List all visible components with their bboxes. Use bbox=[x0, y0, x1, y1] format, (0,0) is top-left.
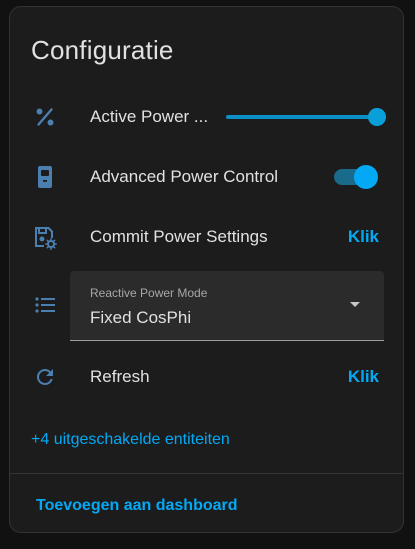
config-card: Configuratie Active Power ... Advanced P… bbox=[9, 6, 404, 533]
commit-power-button[interactable]: Klik bbox=[348, 227, 379, 247]
format-list-bulleted-icon bbox=[32, 292, 58, 318]
inverter-icon bbox=[32, 164, 58, 190]
row-refresh: Refresh Klik bbox=[10, 355, 403, 399]
refresh-icon bbox=[32, 364, 58, 390]
refresh-label: Refresh bbox=[90, 367, 150, 386]
disabled-entities-link[interactable]: +4 uitgeschakelde entiteiten bbox=[31, 431, 230, 449]
slider-thumb[interactable] bbox=[368, 108, 386, 126]
row-active-power: Active Power ... bbox=[10, 95, 403, 139]
commit-power-label: Commit Power Settings bbox=[90, 227, 268, 246]
advanced-power-label: Advanced Power Control bbox=[90, 167, 279, 186]
reactive-mode-field-label: Reactive Power Mode bbox=[90, 286, 208, 300]
add-to-dashboard-button[interactable]: Toevoegen aan dashboard bbox=[36, 497, 238, 515]
refresh-button[interactable]: Klik bbox=[348, 367, 379, 387]
slider-track bbox=[226, 115, 386, 119]
content-save-cog-icon bbox=[32, 224, 58, 250]
reactive-mode-select[interactable]: Reactive Power Mode Fixed CosPhi bbox=[70, 271, 384, 341]
row-commit-power: Commit Power Settings Klik bbox=[10, 215, 403, 259]
caret-down-icon bbox=[350, 302, 360, 307]
card-title: Configuratie bbox=[31, 35, 174, 65]
row-advanced-power: Advanced Power Control bbox=[10, 155, 403, 199]
percent-icon bbox=[32, 104, 58, 130]
divider bbox=[10, 473, 403, 474]
reactive-mode-value: Fixed CosPhi bbox=[90, 308, 192, 327]
advanced-power-toggle[interactable] bbox=[332, 165, 380, 189]
active-power-label: Active Power ... bbox=[90, 107, 209, 126]
active-power-slider[interactable] bbox=[226, 107, 386, 127]
toggle-thumb bbox=[354, 165, 378, 189]
